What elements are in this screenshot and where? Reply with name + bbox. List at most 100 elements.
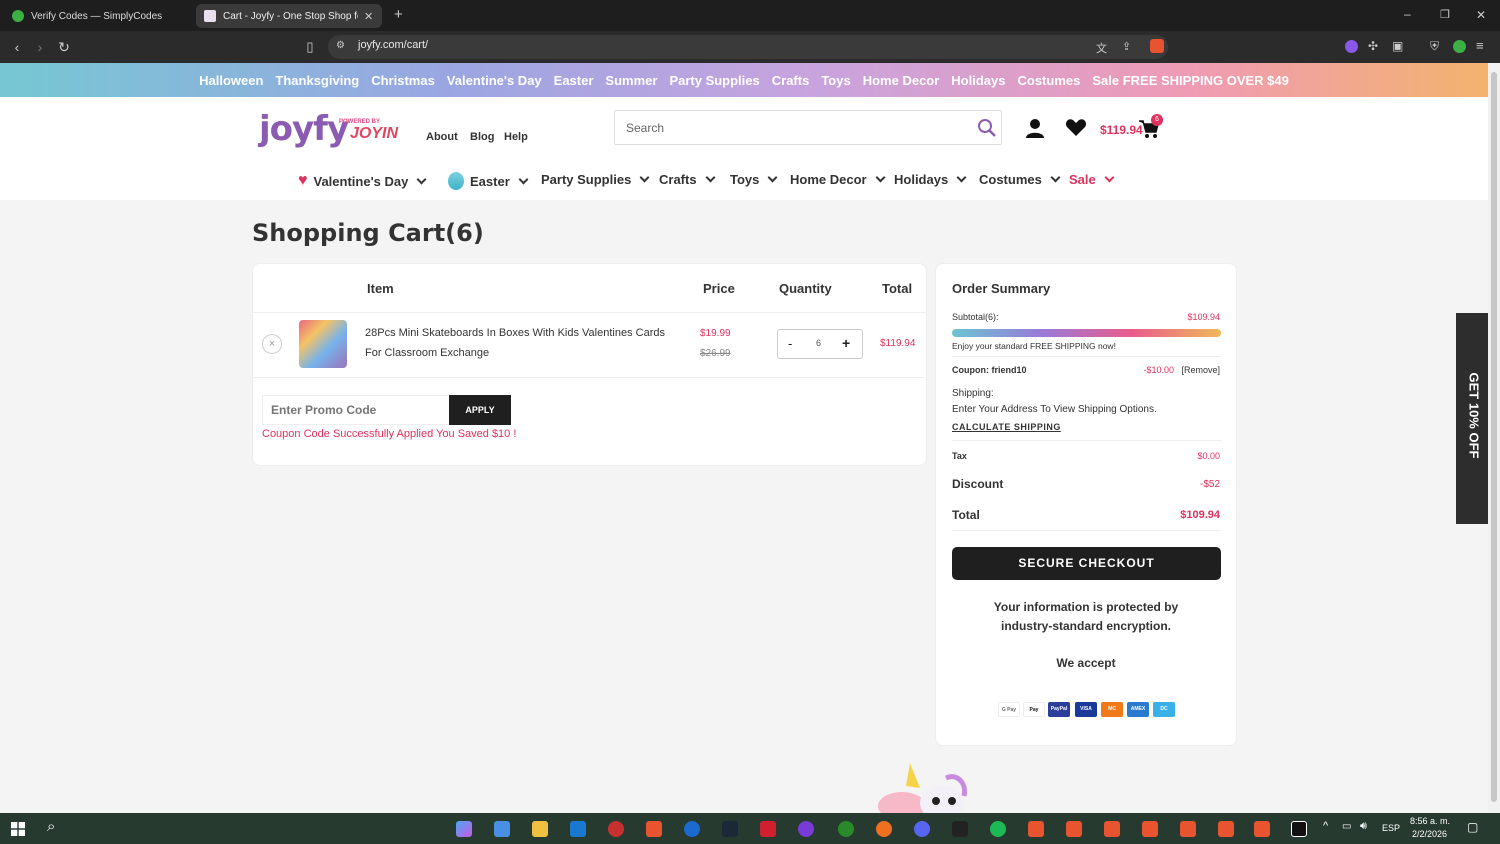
- promo-link[interactable]: Halloween: [199, 73, 263, 88]
- blog-link[interactable]: Blog: [470, 131, 494, 143]
- brave-profile-icon[interactable]: [1104, 821, 1120, 837]
- clock-time[interactable]: 8:56 a. m.: [1410, 816, 1450, 826]
- reload-icon[interactable]: ↻: [54, 31, 74, 63]
- menu-icon[interactable]: ≡: [1476, 38, 1484, 53]
- address-bar[interactable]: [328, 35, 1168, 59]
- promo-link[interactable]: Crafts: [772, 73, 810, 88]
- nav-crafts[interactable]: Crafts: [659, 172, 716, 187]
- promo-link[interactable]: Holidays: [951, 73, 1005, 88]
- start-windows-icon[interactable]: [11, 822, 25, 836]
- promo-link[interactable]: Costumes: [1017, 73, 1080, 88]
- remove-item-button[interactable]: ×: [262, 334, 282, 354]
- browser-tab-joyfy[interactable]: Cart - Joyfy - One Stop Shop for ✕: [196, 4, 382, 28]
- qty-minus-button[interactable]: -: [788, 336, 792, 351]
- about-link[interactable]: About: [426, 131, 458, 143]
- site-logo[interactable]: joyfy: [259, 109, 349, 149]
- close-tab-icon[interactable]: ✕: [364, 10, 373, 23]
- scrollbar-thumb[interactable]: [1491, 72, 1497, 802]
- outlook-icon[interactable]: [570, 821, 586, 837]
- search-input[interactable]: [615, 111, 955, 144]
- browser-tab-simplycodes[interactable]: Verify Codes — SimplyCodes: [4, 4, 194, 28]
- cart-amount[interactable]: $119.94: [1100, 123, 1143, 137]
- notification-icon[interactable]: ▢: [1467, 820, 1478, 834]
- promo-link[interactable]: Christmas: [371, 73, 435, 88]
- promo-link[interactable]: Toys: [821, 73, 850, 88]
- app-icon[interactable]: [1291, 821, 1307, 837]
- promo-link[interactable]: Party Supplies: [669, 73, 759, 88]
- tray-chevron-icon[interactable]: ^: [1323, 820, 1328, 832]
- sidebar-icon[interactable]: ▣: [1392, 39, 1403, 53]
- xbox-icon[interactable]: [838, 821, 854, 837]
- extension-icon[interactable]: [1345, 40, 1358, 53]
- bookmark-icon[interactable]: ▯: [300, 31, 320, 63]
- language-indicator[interactable]: ESP: [1382, 823, 1400, 833]
- copilot-icon[interactable]: [456, 821, 472, 837]
- back-icon[interactable]: ‹: [7, 31, 27, 63]
- brave-profile-icon[interactable]: [1218, 821, 1234, 837]
- new-tab-button[interactable]: +: [394, 6, 403, 23]
- maximize-button[interactable]: ❐: [1440, 8, 1450, 21]
- help-link[interactable]: Help: [504, 131, 528, 143]
- nav-party-supplies[interactable]: Party Supplies: [541, 172, 650, 187]
- nav-sale[interactable]: Sale: [1069, 172, 1115, 187]
- mascot-unicorn-icon[interactable]: [872, 758, 972, 813]
- url-text[interactable]: joyfy.com/cart/: [358, 39, 428, 51]
- nav-toys[interactable]: Toys: [730, 172, 778, 187]
- wallet-icon[interactable]: [1453, 40, 1466, 53]
- app-icon[interactable]: [684, 821, 700, 837]
- store-icon[interactable]: [494, 821, 510, 837]
- forward-icon[interactable]: ›: [30, 31, 50, 63]
- qty-value[interactable]: 6: [816, 338, 821, 348]
- discord-icon[interactable]: [914, 821, 930, 837]
- nav-home-decor[interactable]: Home Decor: [790, 172, 886, 187]
- app-icon[interactable]: [798, 821, 814, 837]
- nav-valentines-day[interactable]: ♥ Valentine's Day: [298, 172, 427, 190]
- network-icon[interactable]: ▭: [1342, 821, 1351, 832]
- promo-link[interactable]: Easter: [554, 73, 594, 88]
- promo-link[interactable]: Thanksgiving: [275, 73, 359, 88]
- qty-plus-button[interactable]: +: [842, 335, 850, 351]
- translate-icon[interactable]: 文: [1096, 40, 1107, 56]
- app-icon[interactable]: [760, 821, 776, 837]
- spotify-icon[interactable]: [990, 821, 1006, 837]
- epic-games-icon[interactable]: [952, 821, 968, 837]
- brave-profile-icon[interactable]: [1028, 821, 1044, 837]
- brave-profile-icon[interactable]: [1142, 821, 1158, 837]
- search-icon[interactable]: [977, 118, 997, 138]
- steam-icon[interactable]: [722, 821, 738, 837]
- brave-shields-icon[interactable]: [1150, 39, 1164, 53]
- site-info-icon[interactable]: ⚙: [336, 40, 345, 51]
- product-image[interactable]: [299, 320, 347, 368]
- app-icon[interactable]: [608, 821, 624, 837]
- nav-holidays[interactable]: Holidays: [894, 172, 967, 187]
- secure-checkout-button[interactable]: SECURE CHECKOUT: [952, 547, 1221, 580]
- promo-link[interactable]: Home Decor: [863, 73, 940, 88]
- vpn-icon[interactable]: ⛨: [1430, 39, 1439, 54]
- search-taskbar-icon[interactable]: ⌕: [47, 818, 55, 835]
- clock-date[interactable]: 2/2/2026: [1412, 829, 1447, 839]
- promo-link[interactable]: Valentine's Day: [447, 73, 542, 88]
- minimize-button[interactable]: –: [1404, 7, 1411, 21]
- promo-link[interactable]: Summer: [605, 73, 657, 88]
- promo-code-input[interactable]: [263, 396, 443, 424]
- account-icon[interactable]: [1024, 117, 1046, 139]
- calculate-shipping-link[interactable]: CALCULATE SHIPPING: [952, 422, 1061, 432]
- promo-link[interactable]: Sale FREE SHIPPING OVER $49: [1092, 73, 1289, 88]
- brave-profile-icon[interactable]: [1254, 821, 1270, 837]
- extensions-puzzle-icon[interactable]: ✣: [1368, 39, 1378, 53]
- volume-icon[interactable]: 🔊︎: [1360, 820, 1367, 833]
- apply-button[interactable]: APPLY: [449, 395, 511, 425]
- wishlist-heart-icon[interactable]: [1065, 117, 1087, 137]
- brave-profile-icon[interactable]: [1066, 821, 1082, 837]
- product-name-line1[interactable]: 28Pcs Mini Skateboards In Boxes With Kid…: [365, 327, 665, 339]
- product-name-line2[interactable]: For Classroom Exchange: [365, 347, 489, 359]
- get-10-off-tab[interactable]: GET 10% OFF: [1456, 313, 1488, 524]
- file-explorer-icon[interactable]: [532, 821, 548, 837]
- nav-easter[interactable]: Easter: [448, 172, 529, 190]
- brave-profile-icon[interactable]: [1180, 821, 1196, 837]
- brave-icon[interactable]: [646, 821, 662, 837]
- nav-costumes[interactable]: Costumes: [979, 172, 1061, 187]
- app-icon[interactable]: [876, 821, 892, 837]
- remove-coupon-link[interactable]: [Remove]: [1181, 365, 1220, 375]
- close-window-button[interactable]: ✕: [1476, 8, 1486, 22]
